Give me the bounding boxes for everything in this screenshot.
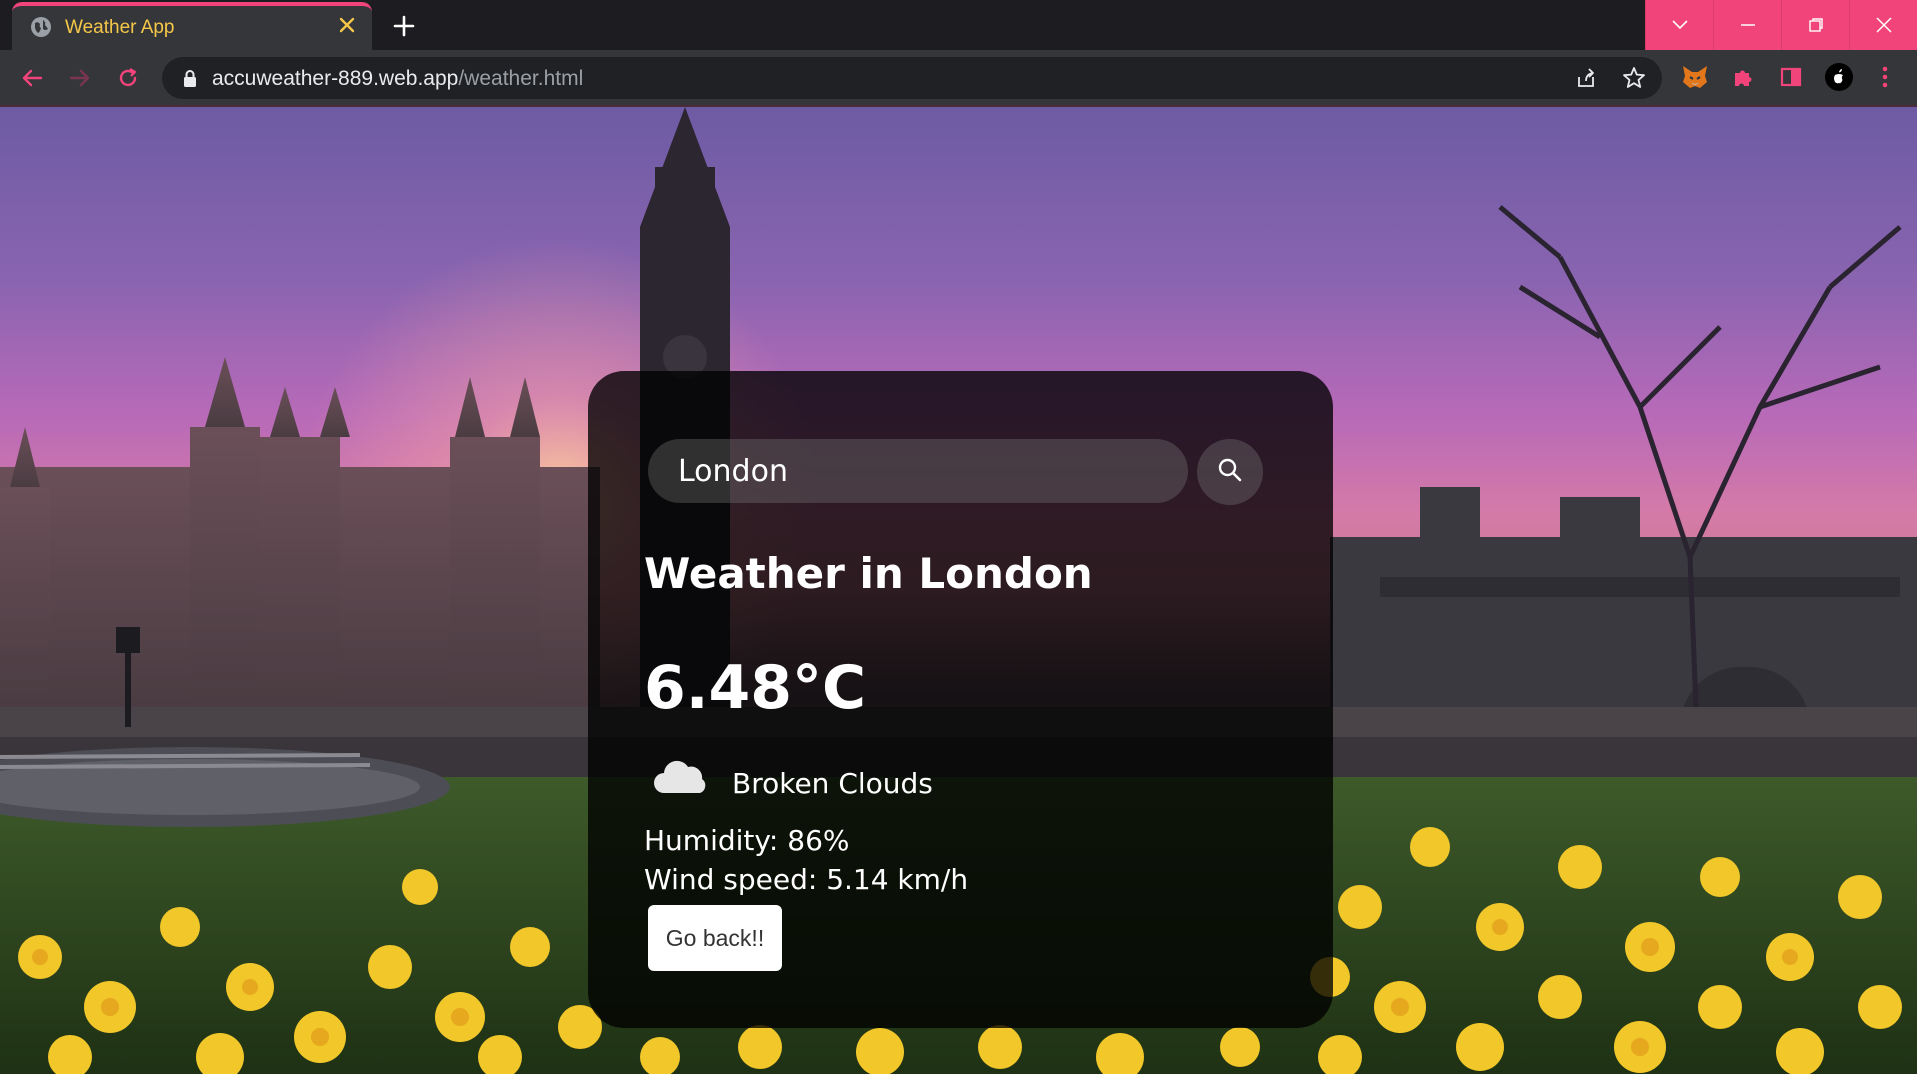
reload-icon[interactable] — [112, 62, 144, 94]
minimize-icon[interactable] — [1713, 0, 1781, 50]
url-path: /weather.html — [458, 67, 584, 90]
search-icon — [1217, 457, 1243, 488]
address-bar[interactable]: accuweather-889.web.app/weather.html — [162, 57, 1662, 99]
weather-condition: Broken Clouds — [732, 767, 933, 800]
lock-icon[interactable] — [182, 69, 198, 87]
chevron-down-icon[interactable] — [1645, 0, 1713, 50]
humidity-text: Humidity: 86% — [644, 824, 850, 857]
browser-toolbar: accuweather-889.web.app/weather.html — [0, 50, 1917, 106]
url-host: accuweather-889.web.app — [212, 67, 459, 90]
city-title: Weather in London — [644, 549, 1093, 598]
search-button[interactable] — [1197, 439, 1263, 505]
sidepanel-icon[interactable] — [1776, 62, 1806, 92]
tab-title: Weather App — [65, 17, 175, 38]
plus-icon[interactable] — [390, 12, 418, 40]
metamask-fox-icon[interactable] — [1680, 62, 1710, 92]
go-back-button[interactable]: Go back!! — [648, 905, 782, 971]
kebab-menu-icon[interactable] — [1870, 62, 1900, 92]
weather-card: Weather in London 6.48°C Broken Clouds H… — [588, 371, 1333, 1028]
browser-tab[interactable]: Weather App — [12, 2, 372, 50]
cloud-icon — [652, 757, 710, 797]
close-icon[interactable] — [1849, 0, 1917, 50]
weather-page: Weather in London 6.48°C Broken Clouds H… — [0, 107, 1917, 1074]
star-icon[interactable] — [1621, 65, 1647, 91]
profile-avatar-icon[interactable] — [1824, 62, 1854, 92]
restore-icon[interactable] — [1781, 0, 1849, 50]
globe-icon — [30, 16, 52, 38]
url-text: accuweather-889.web.app/weather.html — [212, 67, 583, 91]
temperature: 6.48°C — [644, 653, 867, 723]
close-icon[interactable] — [336, 14, 358, 36]
arrow-right-icon[interactable] — [64, 62, 96, 94]
tab-strip: Weather App — [0, 0, 1917, 50]
arrow-left-icon[interactable] — [16, 62, 48, 94]
puzzle-icon[interactable] — [1728, 62, 1758, 92]
window-controls — [1645, 0, 1917, 50]
share-icon[interactable] — [1573, 65, 1599, 91]
wind-speed-text: Wind speed: 5.14 km/h — [644, 863, 969, 896]
city-search-input[interactable] — [648, 439, 1188, 503]
